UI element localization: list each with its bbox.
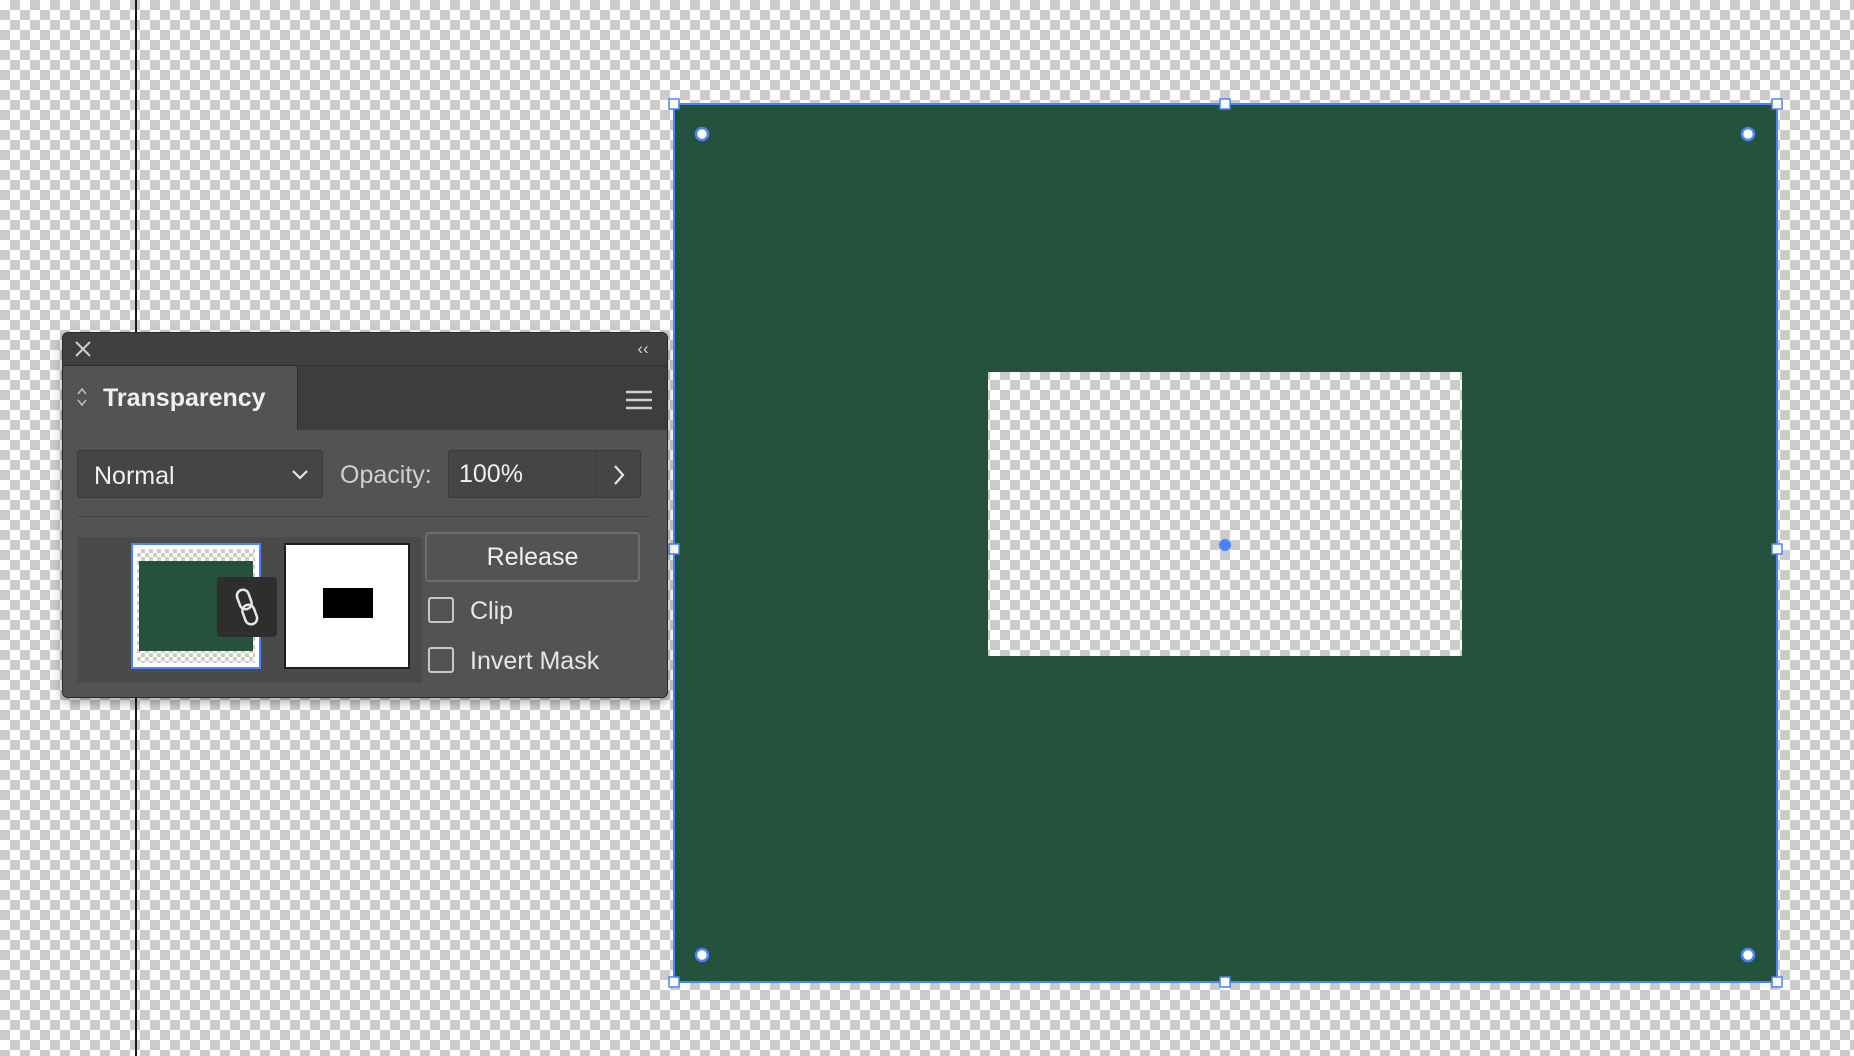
panel-titlebar[interactable]: ‹‹ bbox=[63, 333, 667, 366]
invert-mask-label: Invert Mask bbox=[470, 647, 600, 675]
handle-middle-left[interactable] bbox=[668, 543, 680, 555]
opacity-input[interactable] bbox=[448, 450, 595, 498]
mask-shape bbox=[323, 588, 373, 618]
clip-label: Clip bbox=[470, 597, 514, 625]
handle-bottom-right[interactable] bbox=[1771, 976, 1783, 988]
corner-widget-top-right[interactable] bbox=[1740, 126, 1756, 142]
clip-checkbox-box[interactable] bbox=[428, 597, 454, 623]
handle-top-right[interactable] bbox=[1771, 98, 1783, 110]
collapse-panel-icon[interactable]: ‹‹ bbox=[633, 339, 653, 359]
invert-mask-checkbox-box[interactable] bbox=[428, 647, 454, 673]
release-button[interactable]: Release bbox=[425, 532, 640, 582]
panel-menu-icon[interactable] bbox=[625, 390, 653, 410]
corner-widget-bottom-left[interactable] bbox=[694, 947, 710, 963]
link-mask-button[interactable] bbox=[217, 577, 277, 637]
tab-transparency[interactable]: Transparency bbox=[63, 366, 298, 430]
opacity-label: Opacity: bbox=[340, 461, 432, 489]
panel-tab-strip: Transparency bbox=[63, 366, 667, 430]
expand-arrows-icon[interactable] bbox=[77, 386, 87, 408]
masked-artwork[interactable] bbox=[668, 98, 1783, 988]
opacity-slider-button[interactable] bbox=[595, 450, 641, 498]
mask-thumbnail[interactable] bbox=[284, 543, 410, 669]
transparency-panel: ‹‹ Transparency Normal Opacity: 100% Rel… bbox=[62, 332, 668, 698]
corner-widget-top-left[interactable] bbox=[694, 126, 710, 142]
close-icon[interactable] bbox=[73, 339, 93, 359]
link-icon bbox=[235, 588, 259, 626]
divider bbox=[77, 516, 651, 517]
corner-widget-bottom-right[interactable] bbox=[1740, 947, 1756, 963]
panel-title: Transparency bbox=[103, 384, 266, 412]
blend-mode-dropdown[interactable]: Normal bbox=[77, 450, 323, 498]
blend-mode-value: Normal bbox=[94, 462, 175, 490]
chevron-right-icon bbox=[614, 465, 625, 485]
handle-top-middle[interactable] bbox=[1219, 98, 1231, 110]
center-point bbox=[1219, 539, 1231, 551]
handle-middle-right[interactable] bbox=[1771, 543, 1783, 555]
handle-bottom-left[interactable] bbox=[668, 976, 680, 988]
chevron-down-icon bbox=[290, 466, 310, 484]
handle-top-left[interactable] bbox=[668, 98, 680, 110]
handle-bottom-middle[interactable] bbox=[1219, 976, 1231, 988]
